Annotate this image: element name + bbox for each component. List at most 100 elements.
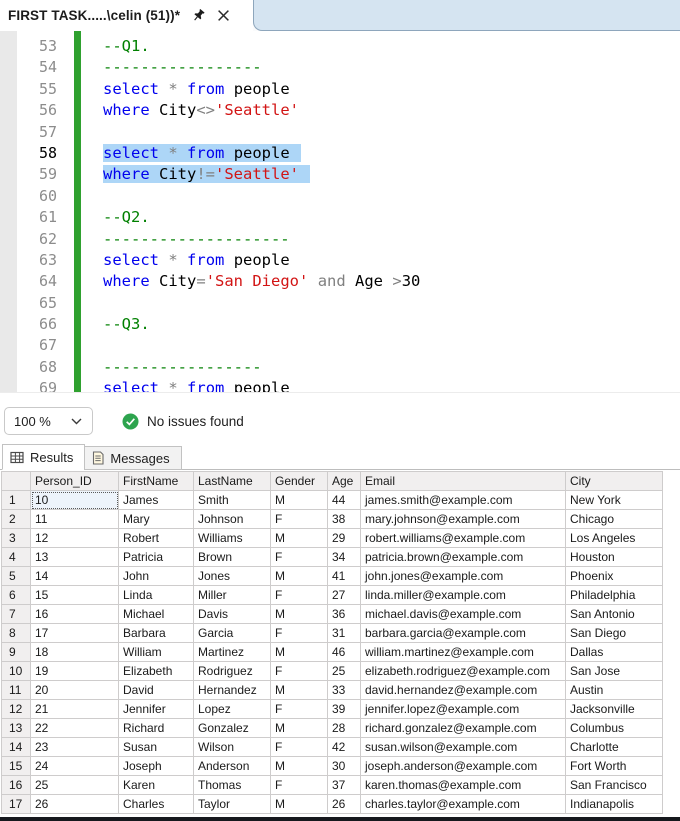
grid-cell[interactable]: Robert xyxy=(118,528,194,548)
grid-cell[interactable]: robert.williams@example.com xyxy=(360,528,566,548)
close-icon[interactable] xyxy=(217,9,230,22)
grid-cell[interactable]: 18 xyxy=(30,642,119,662)
grid-cell[interactable]: 13 xyxy=(30,547,119,567)
grid-cell[interactable]: Susan xyxy=(118,737,194,757)
grid-cell[interactable]: Jacksonville xyxy=(565,699,663,719)
code-line[interactable]: ----------------- xyxy=(103,57,420,78)
grid-cell[interactable]: Brown xyxy=(193,547,271,567)
grid-cell[interactable]: 25 xyxy=(327,661,361,681)
grid-cell[interactable]: San Diego xyxy=(565,623,663,643)
grid-cell[interactable]: New York xyxy=(565,490,663,510)
grid-cell[interactable]: 36 xyxy=(327,604,361,624)
grid-row-header[interactable]: 17 xyxy=(1,794,31,814)
grid-cell[interactable]: 28 xyxy=(327,718,361,738)
grid-row-header[interactable]: 13 xyxy=(1,718,31,738)
tab-results[interactable]: Results xyxy=(2,444,86,470)
grid-cell[interactable]: Fort Worth xyxy=(565,756,663,776)
grid-cell[interactable]: 19 xyxy=(30,661,119,681)
grid-cell[interactable]: Jones xyxy=(193,566,271,586)
grid-row-header[interactable]: 7 xyxy=(1,604,31,624)
grid-column-header[interactable]: LastName xyxy=(193,471,271,491)
grid-cell[interactable]: 31 xyxy=(327,623,361,643)
grid-cell[interactable]: Dallas xyxy=(565,642,663,662)
grid-cell[interactable]: M xyxy=(270,490,328,510)
grid-column-header[interactable]: Gender xyxy=(270,471,328,491)
grid-cell[interactable]: Chicago xyxy=(565,509,663,529)
grid-cell[interactable]: M xyxy=(270,642,328,662)
grid-cell[interactable]: Williams xyxy=(193,528,271,548)
grid-row-header[interactable]: 10 xyxy=(1,661,31,681)
grid-cell[interactable]: richard.gonzalez@example.com xyxy=(360,718,566,738)
grid-cell[interactable]: Barbara xyxy=(118,623,194,643)
code-line[interactable]: select * from people xyxy=(103,143,420,164)
grid-cell[interactable]: M xyxy=(270,794,328,814)
code-line[interactable]: --Q3. xyxy=(103,314,420,335)
grid-cell[interactable]: David xyxy=(118,680,194,700)
grid-row-header[interactable]: 4 xyxy=(1,547,31,567)
grid-cell[interactable]: 16 xyxy=(30,604,119,624)
grid-column-header[interactable]: City xyxy=(565,471,663,491)
grid-cell[interactable]: Los Angeles xyxy=(565,528,663,548)
editor-zoom-dropdown[interactable]: 100 % xyxy=(4,407,93,435)
grid-cell[interactable]: 14 xyxy=(30,566,119,586)
grid-cell[interactable]: 22 xyxy=(30,718,119,738)
grid-cell[interactable]: Phoenix xyxy=(565,566,663,586)
grid-row-header[interactable]: 2 xyxy=(1,509,31,529)
grid-cell[interactable]: susan.wilson@example.com xyxy=(360,737,566,757)
code-line[interactable]: select * from people xyxy=(103,250,420,271)
grid-cell[interactable]: Martinez xyxy=(193,642,271,662)
grid-row-header[interactable]: 5 xyxy=(1,566,31,586)
grid-cell[interactable]: F xyxy=(270,775,328,795)
grid-cell[interactable]: James xyxy=(118,490,194,510)
grid-row-header[interactable]: 8 xyxy=(1,623,31,643)
grid-cell[interactable]: Mary xyxy=(118,509,194,529)
grid-cell[interactable]: mary.johnson@example.com xyxy=(360,509,566,529)
grid-cell[interactable]: Wilson xyxy=(193,737,271,757)
tab-messages[interactable]: Messages xyxy=(84,446,182,470)
grid-cell[interactable]: 34 xyxy=(327,547,361,567)
grid-row-header[interactable]: 1 xyxy=(1,490,31,510)
grid-cell[interactable]: Elizabeth xyxy=(118,661,194,681)
grid-cell[interactable]: john.jones@example.com xyxy=(360,566,566,586)
grid-cell[interactable]: San Antonio xyxy=(565,604,663,624)
query-document-tab[interactable]: FIRST TASK.....\celin (51))* xyxy=(0,0,253,31)
grid-cell[interactable]: Anderson xyxy=(193,756,271,776)
grid-cell[interactable]: 12 xyxy=(30,528,119,548)
grid-corner-cell[interactable] xyxy=(1,471,31,491)
grid-row-header[interactable]: 16 xyxy=(1,775,31,795)
grid-row-header[interactable]: 14 xyxy=(1,737,31,757)
grid-cell[interactable]: M xyxy=(270,566,328,586)
grid-cell[interactable]: karen.thomas@example.com xyxy=(360,775,566,795)
grid-cell[interactable]: John xyxy=(118,566,194,586)
grid-cell[interactable]: Taylor xyxy=(193,794,271,814)
grid-cell[interactable]: 44 xyxy=(327,490,361,510)
pin-icon[interactable] xyxy=(191,8,206,23)
code-line[interactable]: ----------------- xyxy=(103,357,420,378)
code-line[interactable] xyxy=(103,122,420,143)
grid-cell[interactable]: Austin xyxy=(565,680,663,700)
grid-cell[interactable]: joseph.anderson@example.com xyxy=(360,756,566,776)
code-line[interactable]: select * from people xyxy=(103,79,420,100)
grid-cell[interactable]: M xyxy=(270,604,328,624)
grid-cell[interactable]: F xyxy=(270,737,328,757)
code-line[interactable]: where City<>'Seattle' xyxy=(103,100,420,121)
grid-cell[interactable]: Michael xyxy=(118,604,194,624)
code-line[interactable]: -------------------- xyxy=(103,229,420,250)
grid-cell[interactable]: Linda xyxy=(118,585,194,605)
code-line[interactable]: --Q1. xyxy=(103,36,420,57)
grid-cell[interactable]: Indianapolis xyxy=(565,794,663,814)
grid-cell[interactable]: San Francisco xyxy=(565,775,663,795)
grid-cell[interactable]: michael.davis@example.com xyxy=(360,604,566,624)
grid-cell[interactable]: 26 xyxy=(30,794,119,814)
grid-cell[interactable]: 38 xyxy=(327,509,361,529)
grid-cell[interactable]: M xyxy=(270,756,328,776)
code-line[interactable] xyxy=(103,335,420,356)
grid-cell[interactable]: Columbus xyxy=(565,718,663,738)
grid-cell[interactable]: 24 xyxy=(30,756,119,776)
grid-cell[interactable]: Joseph xyxy=(118,756,194,776)
grid-row-header[interactable]: 3 xyxy=(1,528,31,548)
grid-cell[interactable]: 29 xyxy=(327,528,361,548)
grid-cell[interactable]: 30 xyxy=(327,756,361,776)
grid-cell[interactable]: Davis xyxy=(193,604,271,624)
grid-cell[interactable]: 27 xyxy=(327,585,361,605)
